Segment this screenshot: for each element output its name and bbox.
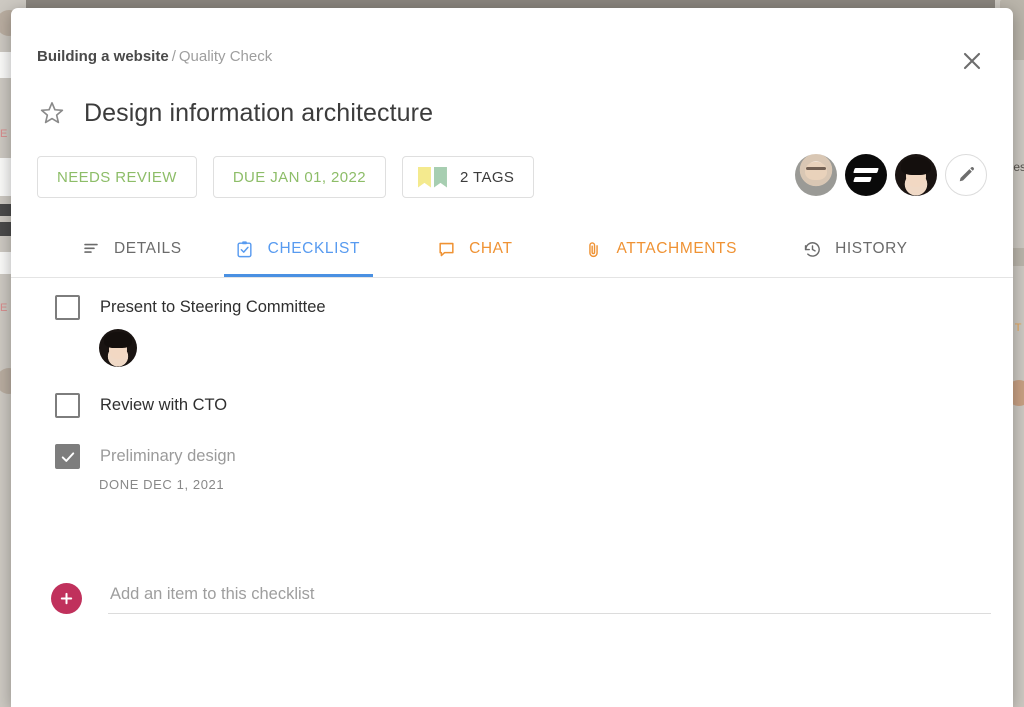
tags-badge[interactable]: 2 TAGS [401,156,535,198]
favorite-star-button[interactable] [37,98,67,128]
checklist-item: Preliminary design DONE DEC 1, 2021 [11,418,1013,492]
tab-chat-label: CHAT [469,240,513,257]
status-badge-label: NEEDS REVIEW [57,168,177,186]
avatar-assignee-1[interactable] [795,154,837,196]
tab-details-label: DETAILS [114,240,182,257]
page-title: Design information architecture [84,98,434,127]
tags-count-label: 2 TAGS [459,168,515,186]
edit-button[interactable] [945,154,987,196]
check-icon [61,451,74,462]
checklist-item-label: Preliminary design [100,447,236,465]
plus-icon [60,592,73,604]
star-icon [40,102,64,124]
checklist-item-done-date: DONE DEC 1, 2021 [99,477,225,492]
pencil-icon [959,167,974,182]
tab-bar: DETAILS CHECKLIST CHAT ATTACHMENTS HISTO… [11,221,1013,278]
checklist-item-row: Preliminary design [55,444,1013,469]
breadcrumb: Building a website / Quality Check [37,46,272,68]
avatar-team-logo[interactable] [845,154,887,196]
add-checklist-item-row [51,582,991,614]
list-icon [81,240,101,258]
close-button[interactable] [957,46,987,76]
add-item-input[interactable] [108,582,991,614]
title-row: Design information architecture [37,98,433,128]
add-item-button[interactable] [51,582,82,614]
breadcrumb-project[interactable]: Building a website [37,48,169,65]
background-text: es [1013,160,1024,174]
checklist-item: Present to Steering Committee [11,279,1013,367]
paperclip-icon [584,240,604,259]
tab-checklist-label: CHECKLIST [267,240,361,257]
tab-chat[interactable]: CHAT [436,221,512,277]
clipboard-check-icon [235,240,255,259]
tab-details[interactable]: DETAILS [81,221,182,277]
checklist-item-label: Review with CTO [100,396,228,414]
clock-rewind-icon [802,240,822,259]
due-date-badge[interactable]: DUE JAN 01, 2022 [212,156,386,198]
tab-history-label: HISTORY [835,240,908,257]
logo-bar-icon [853,177,872,182]
tag-bookmarks [417,166,447,188]
task-detail-modal: Building a website / Quality Check Design … [11,8,1013,707]
checklist-item-row: Present to Steering Committee [55,295,1013,320]
close-icon [963,52,981,70]
background-chip: E [0,128,8,140]
checklist: Present to Steering Committee Review wit… [11,279,1013,492]
chip-row: NEEDS REVIEW DUE JAN 01, 2022 2 TAGS [37,156,535,198]
checklist-item-label: Present to Steering Committee [100,298,326,316]
checklist-item-assignee-avatar[interactable] [99,329,137,367]
due-date-label: DUE JAN 01, 2022 [232,168,366,186]
checklist-item-row: Review with CTO [55,393,1013,418]
bookmark-icon-green [433,166,447,188]
breadcrumb-separator: / [171,48,176,65]
speech-bubble-icon [436,240,456,259]
checklist-checkbox[interactable] [55,444,80,469]
background-chip: T [1014,322,1022,334]
tab-history[interactable]: HISTORY [802,221,908,277]
checklist-item: Review with CTO [11,367,1013,418]
tab-checklist[interactable]: CHECKLIST [223,221,374,277]
people-row [795,154,987,196]
bookmark-icon-yellow [417,166,431,188]
checklist-checkbox[interactable] [55,295,80,320]
checklist-checkbox[interactable] [55,393,80,418]
tab-attachments[interactable]: ATTACHMENTS [584,221,738,277]
avatar-assignee-2[interactable] [895,154,937,196]
logo-bar-icon [853,168,879,173]
breadcrumb-list[interactable]: Quality Check [179,48,272,65]
background-chip: E [0,302,8,314]
status-badge[interactable]: NEEDS REVIEW [37,156,197,198]
tab-attachments-label: ATTACHMENTS [616,240,738,257]
